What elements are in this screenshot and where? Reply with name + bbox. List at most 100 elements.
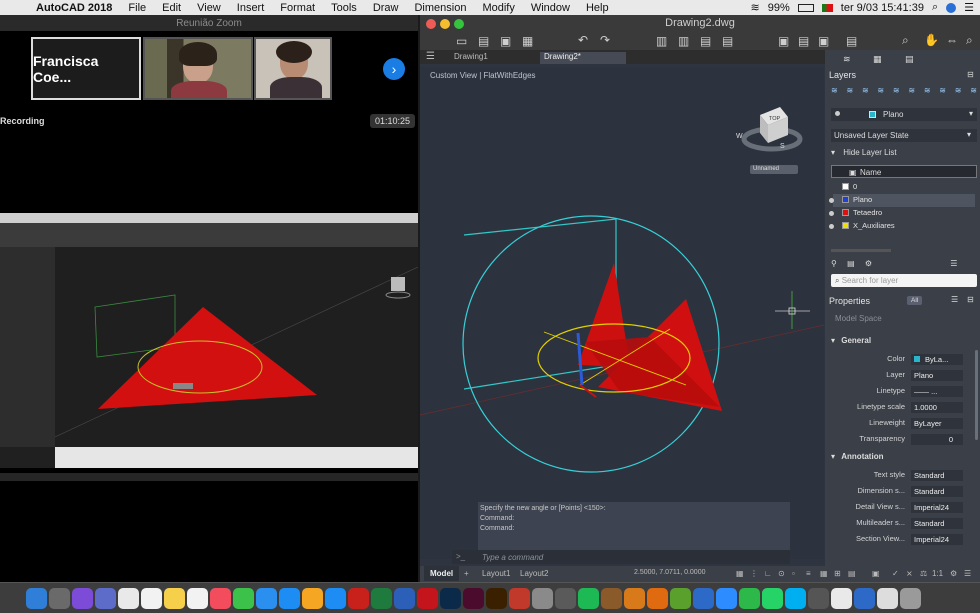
facetime-icon[interactable]	[739, 587, 760, 609]
close-panel-icon[interactable]: ⊟	[967, 70, 974, 79]
prop-lineweight[interactable]: Lineweight ByLayer	[825, 418, 975, 433]
minimize-window-icon[interactable]	[440, 19, 450, 29]
prop-value[interactable]: 1.0000	[911, 402, 963, 413]
new-layer-icon[interactable]: ≋	[831, 86, 838, 98]
wifi-icon[interactable]: ≋	[751, 1, 760, 14]
menu-format[interactable]: Format	[272, 2, 323, 14]
trash-icon[interactable]	[900, 587, 921, 609]
layer-state-dropdown[interactable]: Unsaved Layer State ▾	[831, 129, 977, 142]
open-file-icon[interactable]: ▤	[478, 34, 489, 48]
layer-row-0[interactable]: 0	[833, 181, 975, 194]
layer-list-header[interactable]: ▣ Name	[831, 165, 977, 178]
layers-tab-icon[interactable]: ≋	[843, 54, 851, 65]
layer-settings-icon[interactable]: ⚙	[865, 259, 872, 268]
viewcube-graphic[interactable]	[740, 99, 804, 163]
prop-value[interactable]: Standard	[911, 470, 963, 481]
prop-value[interactable]: Imperial24	[911, 502, 963, 513]
annotation-scale-icon[interactable]: ⚖	[920, 569, 927, 578]
layer-on-icon[interactable]	[829, 211, 834, 216]
tab-drawing1[interactable]: Drawing1	[440, 52, 540, 64]
app-icon[interactable]	[808, 587, 829, 609]
clock[interactable]: ter 9/03 15:41:39	[841, 2, 924, 14]
polar-icon[interactable]: ⊙	[778, 569, 785, 578]
app-icon[interactable]	[854, 587, 875, 609]
photoshop-icon[interactable]	[440, 587, 461, 609]
save-as-icon[interactable]: ▦	[522, 34, 533, 48]
app-icon[interactable]	[624, 587, 645, 609]
layer-row-x-auxiliares[interactable]: X_Auxiliares	[829, 220, 975, 233]
notes-icon[interactable]	[164, 587, 185, 609]
blocks-tab-icon[interactable]: ▦	[873, 54, 882, 65]
appstore-icon[interactable]	[325, 587, 346, 609]
photos-wheel-icon[interactable]	[302, 587, 323, 609]
print-preview-icon[interactable]: ▥	[678, 34, 689, 48]
app-icon[interactable]	[601, 587, 622, 609]
app-icon[interactable]	[532, 587, 553, 609]
participant-video-1[interactable]	[143, 37, 253, 100]
properties-tab-icon[interactable]: ▤	[905, 54, 914, 65]
prop-text-style[interactable]: Text style Standard	[825, 470, 975, 485]
menu-modify[interactable]: Modify	[474, 2, 522, 14]
layer-on-icon[interactable]	[829, 198, 834, 203]
selection-cycling-icon[interactable]: ⊞	[834, 569, 841, 578]
prop-transparency[interactable]: Transparency 0	[825, 434, 975, 449]
flag-icon[interactable]	[821, 3, 833, 12]
prop-color[interactable]: Color ByLa...	[825, 354, 975, 369]
prop-value[interactable]: 0	[911, 434, 963, 445]
match-properties-icon[interactable]: ▣	[818, 34, 829, 48]
acrobat-icon[interactable]	[348, 587, 369, 609]
ucs-menu[interactable]: Unnamed	[750, 165, 798, 174]
layer-search-input[interactable]: ⌕ Search for layer	[831, 274, 977, 287]
app-icon[interactable]	[831, 587, 852, 609]
close-properties-icon[interactable]: ⊟	[967, 295, 974, 304]
tabs-menu-icon[interactable]: ☰	[426, 51, 435, 62]
excel-icon[interactable]	[371, 587, 392, 609]
layer-manager-icon[interactable]: ▣	[778, 34, 789, 48]
new-file-icon[interactable]: ▭	[456, 34, 467, 48]
selection-dropdown[interactable]: Model Space	[831, 314, 977, 328]
app-icon[interactable]	[555, 587, 576, 609]
menu-view[interactable]: View	[189, 2, 229, 14]
photos-icon[interactable]	[118, 587, 139, 609]
plot-icon[interactable]: ▥	[656, 34, 667, 48]
prop-layer[interactable]: Layer Plano	[825, 370, 975, 385]
launchpad-icon[interactable]	[49, 587, 70, 609]
annotation-section[interactable]: ▾ Annotation	[831, 452, 977, 461]
undo-icon[interactable]: ↶	[578, 33, 588, 47]
pan-icon[interactable]: ✋	[924, 33, 939, 47]
annotation-visibility-icon[interactable]: ▤	[848, 569, 856, 578]
zoom-window-icon[interactable]	[454, 19, 464, 29]
add-layout-icon[interactable]: +	[464, 569, 469, 578]
orbit-icon[interactable]: ⇔	[946, 33, 958, 47]
prop-multileader-style[interactable]: Multileader s... Standard	[825, 518, 975, 533]
app-icon[interactable]	[693, 587, 714, 609]
hide-layer-list-toggle[interactable]: ▾ Hide Layer List	[831, 148, 977, 160]
general-section[interactable]: ▾ General	[831, 336, 977, 345]
layer-match-icon[interactable]: ≋	[924, 86, 931, 98]
menu-list-icon[interactable]: ☰	[964, 1, 974, 14]
properties-icon[interactable]: ▤	[798, 34, 809, 48]
indesign-icon[interactable]	[463, 587, 484, 609]
snap-icon[interactable]: ⋮	[750, 569, 758, 578]
search-icon[interactable]: ⌕	[932, 1, 938, 14]
lineweight-icon[interactable]: ≡	[806, 569, 811, 578]
calendar-icon[interactable]	[141, 587, 162, 609]
layer-freeze-icon[interactable]: ≋	[846, 86, 853, 98]
ortho-icon[interactable]: ∟	[764, 569, 772, 578]
layer-menu-icon[interactable]: ☰	[950, 259, 957, 268]
publish-icon[interactable]: ▤	[700, 34, 711, 48]
properties-scrollbar[interactable]	[975, 350, 978, 440]
reminders-icon[interactable]	[187, 587, 208, 609]
osnap-icon[interactable]: ▫	[792, 569, 795, 578]
menu-help[interactable]: Help	[578, 2, 617, 14]
layer-iso-icon[interactable]: ≋	[893, 86, 900, 98]
layer-list-scrollbar[interactable]	[831, 249, 891, 252]
save-icon[interactable]: ▣	[500, 34, 511, 48]
participant-video-2[interactable]	[254, 37, 332, 100]
tab-model[interactable]: Model	[424, 566, 460, 581]
menu-window[interactable]: Window	[523, 2, 578, 14]
layer-merge-icon[interactable]: ≋	[955, 86, 962, 98]
menu-app-name[interactable]: AutoCAD 2018	[28, 2, 120, 14]
design-center-icon[interactable]: ▤	[846, 34, 857, 48]
isolate-icon[interactable]: ▣	[872, 569, 880, 578]
